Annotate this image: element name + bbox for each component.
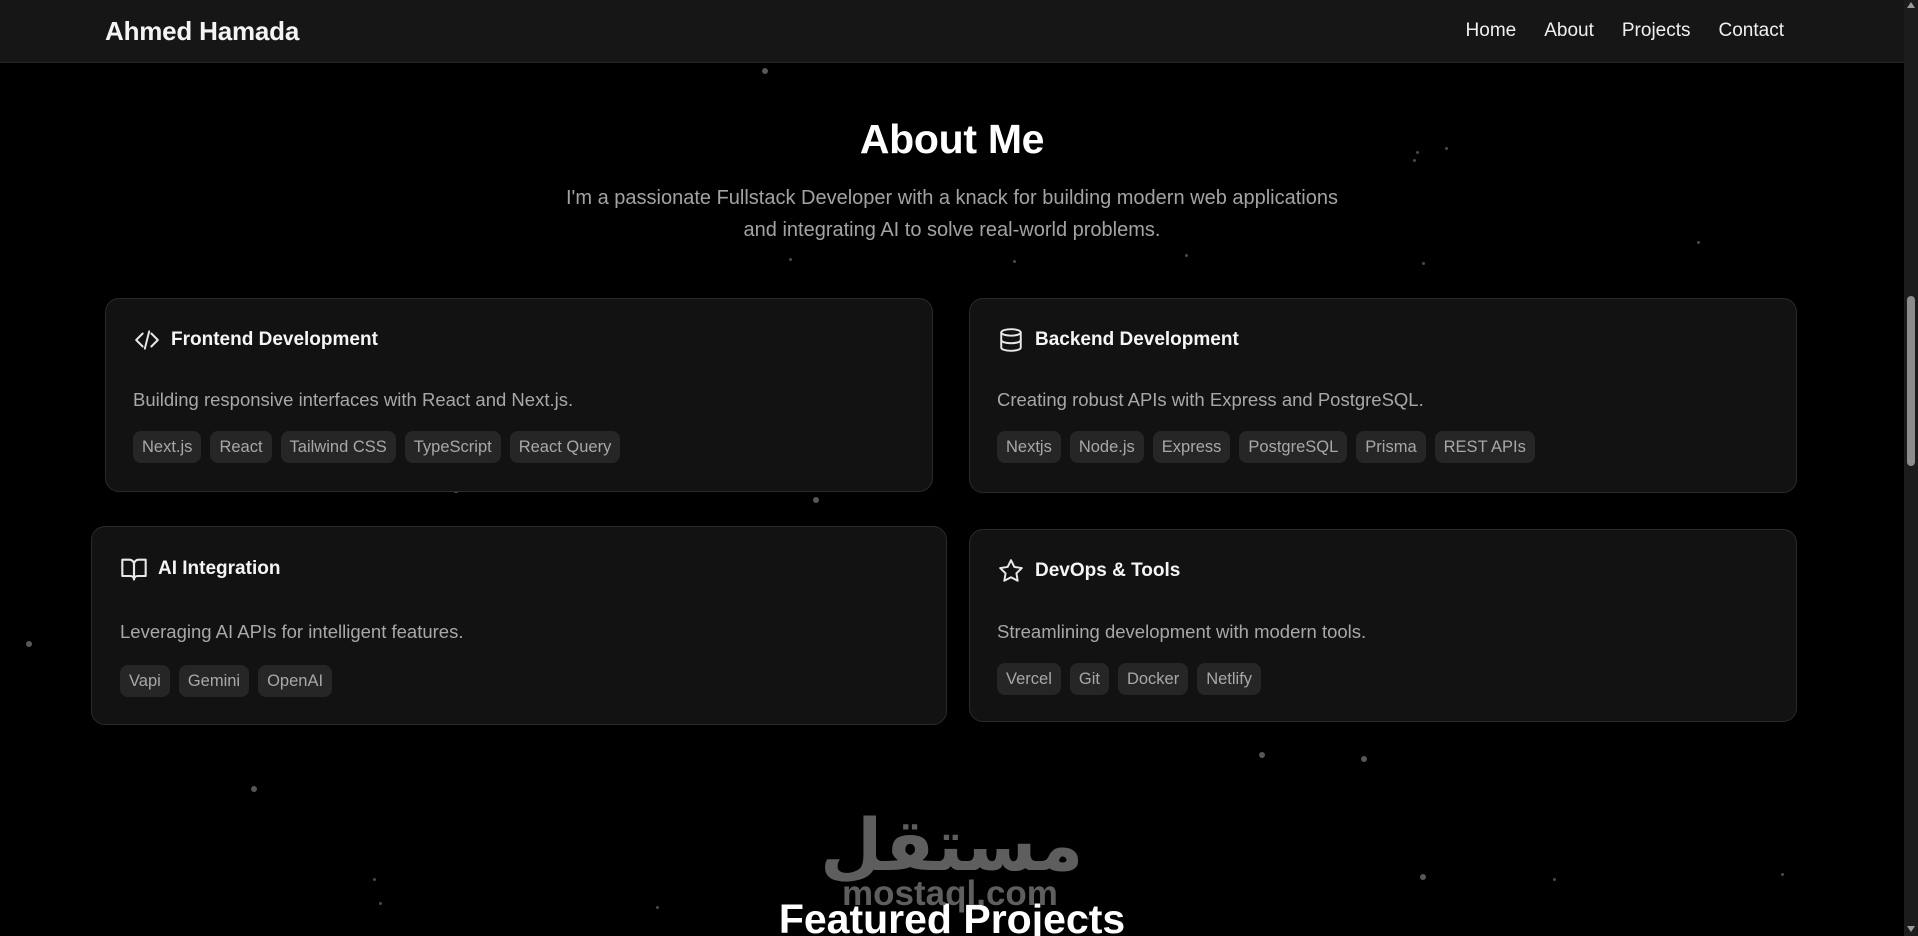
- scroll-up-arrow-icon[interactable]: [1907, 2, 1915, 8]
- tech-tag: Prisma: [1356, 431, 1426, 463]
- tag-list: Next.js React Tailwind CSS TypeScript Re…: [133, 431, 621, 463]
- star: [1553, 878, 1556, 881]
- watermark-latin-text: mostaql.com: [842, 874, 1058, 913]
- tech-tag: Next.js: [133, 431, 202, 463]
- tech-tag: OpenAI: [258, 665, 333, 697]
- star: [251, 786, 257, 792]
- mostaql-watermark: مستقل mostaql.com: [820, 803, 1084, 913]
- card-title: Frontend Development: [171, 329, 378, 350]
- vertical-scrollbar[interactable]: [1904, 0, 1918, 936]
- about-title: About Me: [859, 116, 1045, 162]
- scrollbar-thumb[interactable]: [1907, 296, 1915, 466]
- star: [1420, 874, 1426, 880]
- tag-list: Nextjs Node.js Express PostgreSQL Prisma…: [997, 431, 1535, 463]
- tech-tag: Docker: [1117, 663, 1189, 695]
- skill-card-backend: Backend Development Creating robust APIs…: [969, 298, 1797, 493]
- tech-tag: Netlify: [1197, 663, 1262, 695]
- card-title: AI Integration: [158, 558, 281, 579]
- star: [1781, 873, 1784, 876]
- navbar: Ahmed Hamada Home About Projects Contact: [0, 0, 1904, 63]
- card-description: Building responsive interfaces with Reac…: [133, 389, 574, 410]
- nav-link-projects[interactable]: Projects: [1622, 20, 1691, 42]
- tech-tag: React Query: [509, 431, 621, 463]
- brand-logo-text[interactable]: Ahmed Hamada: [105, 16, 299, 47]
- star: [1697, 241, 1700, 244]
- card-description: Streamlining development with modern too…: [997, 621, 1367, 642]
- tech-tag: Vapi: [120, 665, 170, 697]
- tech-tag: PostgreSQL: [1239, 431, 1348, 463]
- page: Ahmed Hamada Home About Projects Contact…: [0, 0, 1904, 936]
- skill-card-ai: AI Integration Leveraging AI APIs for in…: [91, 526, 947, 725]
- star: [1422, 262, 1425, 265]
- star: [1185, 254, 1188, 257]
- star: [1361, 756, 1367, 762]
- star: [1013, 260, 1016, 263]
- tech-tag: Tailwind CSS: [280, 431, 396, 463]
- star: [813, 497, 819, 503]
- book-open-icon: [120, 555, 148, 583]
- tech-tag: TypeScript: [404, 431, 501, 463]
- code-icon: [133, 326, 161, 354]
- nav-link-contact[interactable]: Contact: [1719, 20, 1784, 42]
- card-title: DevOps & Tools: [1035, 560, 1181, 581]
- star: [26, 641, 32, 647]
- about-description-line-2: and integrating AI to solve real-world p…: [743, 219, 1161, 241]
- card-header: Frontend Development: [133, 326, 378, 354]
- tech-tag: Vercel: [997, 663, 1061, 695]
- tech-tag: Express: [1152, 431, 1231, 463]
- tech-tag: Git: [1069, 663, 1109, 695]
- tag-list: Vapi Gemini OpenAI: [120, 665, 333, 697]
- card-description: Creating robust APIs with Express and Po…: [997, 389, 1424, 410]
- watermark-arabic-text: مستقل: [820, 803, 1084, 887]
- card-description: Leveraging AI APIs for intelligent featu…: [120, 621, 464, 642]
- tech-tag: REST APIs: [1434, 431, 1535, 463]
- star: [762, 68, 768, 74]
- card-header: AI Integration: [120, 555, 280, 583]
- skill-card-devops: DevOps & Tools Streamlining development …: [969, 529, 1797, 722]
- nav-links: Home About Projects Contact: [1466, 20, 1784, 42]
- nav-link-home[interactable]: Home: [1466, 20, 1517, 42]
- skill-card-frontend: Frontend Development Building responsive…: [105, 298, 933, 492]
- card-title: Backend Development: [1035, 329, 1239, 350]
- nav-link-about[interactable]: About: [1544, 20, 1594, 42]
- about-description-line-1: I'm a passionate Fullstack Developer wit…: [566, 187, 1338, 209]
- star-icon: [997, 557, 1025, 585]
- scroll-down-arrow-icon[interactable]: [1907, 926, 1915, 932]
- about-description: I'm a passionate Fullstack Developer wit…: [502, 182, 1402, 246]
- tag-list: Vercel Git Docker Netlify: [997, 663, 1262, 695]
- tech-tag: Nextjs: [997, 431, 1061, 463]
- card-header: DevOps & Tools: [997, 557, 1180, 585]
- star: [1259, 752, 1265, 758]
- tech-tag: Node.js: [1069, 431, 1144, 463]
- database-icon: [997, 326, 1025, 354]
- star: [789, 258, 792, 261]
- card-header: Backend Development: [997, 326, 1239, 354]
- tech-tag: React: [210, 431, 272, 463]
- tech-tag: Gemini: [178, 665, 250, 697]
- star: [373, 878, 376, 881]
